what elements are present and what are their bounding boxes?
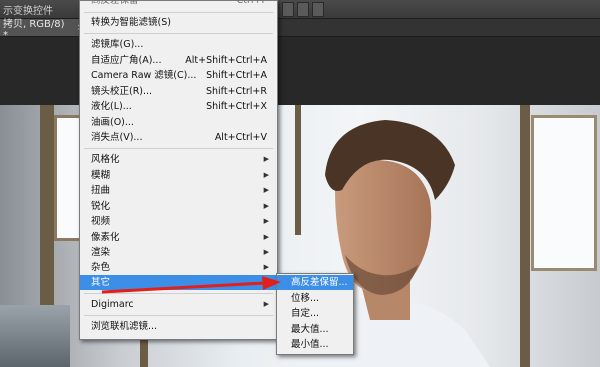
menu-item-label: 像素化 bbox=[91, 232, 120, 243]
menu-item-noise[interactable]: 杂色 ▶ bbox=[80, 260, 277, 275]
filter-menu: 高反差保留 Ctrl+F 转换为智能滤镜(S) 滤镜库(G)... 自适应广角(… bbox=[79, 0, 278, 340]
menu-item-label: 视频 bbox=[91, 216, 111, 227]
submenu-item-minimum[interactable]: 最小值... bbox=[277, 337, 353, 352]
menu-item-adaptive-wide-angle[interactable]: 自适应广角(A)... Alt+Shift+Ctrl+A bbox=[80, 53, 277, 68]
menu-item-liquify[interactable]: 液化(L)... Shift+Ctrl+X bbox=[80, 99, 277, 114]
submenu-arrow-icon: ▶ bbox=[263, 263, 269, 271]
submenu-arrow-icon: ▶ bbox=[263, 248, 269, 256]
menu-item-other[interactable]: 其它 ▶ bbox=[80, 275, 277, 290]
menu-separator bbox=[84, 315, 273, 316]
menu-item-label: Camera Raw 滤镜(C)... bbox=[91, 70, 197, 81]
menu-item-distort[interactable]: 扭曲 ▶ bbox=[80, 183, 277, 198]
menu-item-label: 风格化 bbox=[91, 154, 120, 165]
menu-item-label: 杂色 bbox=[91, 262, 111, 273]
menu-item-label: 高反差保留 bbox=[91, 0, 139, 6]
submenu-item-label: 位移... bbox=[291, 293, 320, 304]
menu-item-filter-gallery[interactable]: 滤镜库(G)... bbox=[80, 37, 277, 52]
menu-item-shortcut: Shift+Ctrl+R bbox=[205, 86, 267, 97]
menu-item-shortcut: Shift+Ctrl+X bbox=[206, 101, 267, 112]
align-icon[interactable] bbox=[297, 2, 309, 17]
document-tab[interactable]: 拷贝, RGB/8) * × bbox=[0, 19, 84, 41]
menu-item-label: 液化(L)... bbox=[91, 101, 132, 112]
submenu-arrow-icon: ▶ bbox=[263, 300, 269, 308]
menu-item-label: 浏览联机滤镜... bbox=[91, 321, 158, 332]
menu-item-label: 渲染 bbox=[91, 247, 111, 258]
menu-item-label: 自适应广角(A)... bbox=[91, 55, 162, 66]
other-submenu: 高反差保留... 位移... 自定... 最大值... 最小值... bbox=[276, 273, 354, 355]
align-icon[interactable] bbox=[282, 2, 294, 17]
submenu-arrow-icon: ▶ bbox=[263, 202, 269, 210]
submenu-item-label: 自定... bbox=[291, 308, 320, 319]
menu-item-shortcut: Ctrl+F bbox=[236, 0, 267, 6]
submenu-arrow-icon: ▶ bbox=[263, 171, 269, 179]
menu-item-shortcut: Shift+Ctrl+A bbox=[206, 70, 267, 81]
menu-item-convert-smart-filter[interactable]: 转换为智能滤镜(S) bbox=[80, 15, 277, 30]
menu-item-label: 滤镜库(G)... bbox=[91, 39, 144, 50]
submenu-item-high-pass[interactable]: 高反差保留... bbox=[277, 275, 353, 290]
menu-separator bbox=[84, 148, 273, 149]
menu-separator bbox=[84, 12, 273, 13]
align-icon[interactable] bbox=[312, 2, 324, 17]
submenu-item-label: 最大值... bbox=[291, 324, 329, 335]
menu-item-lens-correction[interactable]: 镜头校正(R)... Shift+Ctrl+R bbox=[80, 84, 277, 99]
menu-item-label: 其它 bbox=[91, 277, 111, 288]
menu-item-oil-paint[interactable]: 油画(O)... bbox=[80, 115, 277, 130]
submenu-arrow-icon: ▶ bbox=[263, 278, 269, 286]
menu-item-label: 转换为智能滤镜(S) bbox=[91, 17, 171, 28]
menu-item-label: 模糊 bbox=[91, 170, 111, 181]
menu-item-shortcut: Alt+Ctrl+V bbox=[214, 132, 267, 143]
menu-item-label: 扭曲 bbox=[91, 185, 111, 196]
submenu-arrow-icon: ▶ bbox=[263, 155, 269, 163]
menu-item-label: 消失点(V)... bbox=[91, 132, 143, 143]
align-buttons bbox=[282, 2, 324, 17]
submenu-arrow-icon: ▶ bbox=[263, 186, 269, 194]
menu-item-camera-raw-filter[interactable]: Camera Raw 滤镜(C)... Shift+Ctrl+A bbox=[80, 68, 277, 83]
menu-item-vanishing-point[interactable]: 消失点(V)... Alt+Ctrl+V bbox=[80, 130, 277, 145]
submenu-arrow-icon: ▶ bbox=[263, 233, 269, 241]
menu-item-last-filter[interactable]: 高反差保留 Ctrl+F bbox=[80, 0, 277, 8]
submenu-item-offset[interactable]: 位移... bbox=[277, 291, 353, 306]
menu-item-stylize[interactable]: 风格化 ▶ bbox=[80, 152, 277, 167]
submenu-item-label: 最小值... bbox=[291, 339, 329, 350]
menu-item-video[interactable]: 视频 ▶ bbox=[80, 214, 277, 229]
menu-item-sharpen[interactable]: 锐化 ▶ bbox=[80, 199, 277, 214]
submenu-item-label: 高反差保留... bbox=[291, 277, 348, 288]
menu-item-browse-filters-online[interactable]: 浏览联机滤镜... bbox=[80, 319, 277, 334]
menu-item-label: Digimarc bbox=[91, 299, 134, 310]
menu-item-blur[interactable]: 模糊 ▶ bbox=[80, 168, 277, 183]
menu-item-digimarc[interactable]: Digimarc ▶ bbox=[80, 297, 277, 312]
menu-item-label: 镜头校正(R)... bbox=[91, 86, 153, 97]
submenu-arrow-icon: ▶ bbox=[263, 217, 269, 225]
menu-item-label: 油画(O)... bbox=[91, 117, 134, 128]
menu-separator bbox=[84, 293, 273, 294]
menu-item-pixelate[interactable]: 像素化 ▶ bbox=[80, 230, 277, 245]
menu-item-label: 锐化 bbox=[91, 201, 111, 212]
menu-separator bbox=[84, 33, 273, 34]
menu-item-shortcut: Alt+Shift+Ctrl+A bbox=[185, 55, 267, 66]
menu-item-render[interactable]: 渲染 ▶ bbox=[80, 245, 277, 260]
submenu-item-maximum[interactable]: 最大值... bbox=[277, 322, 353, 337]
submenu-item-custom[interactable]: 自定... bbox=[277, 306, 353, 321]
